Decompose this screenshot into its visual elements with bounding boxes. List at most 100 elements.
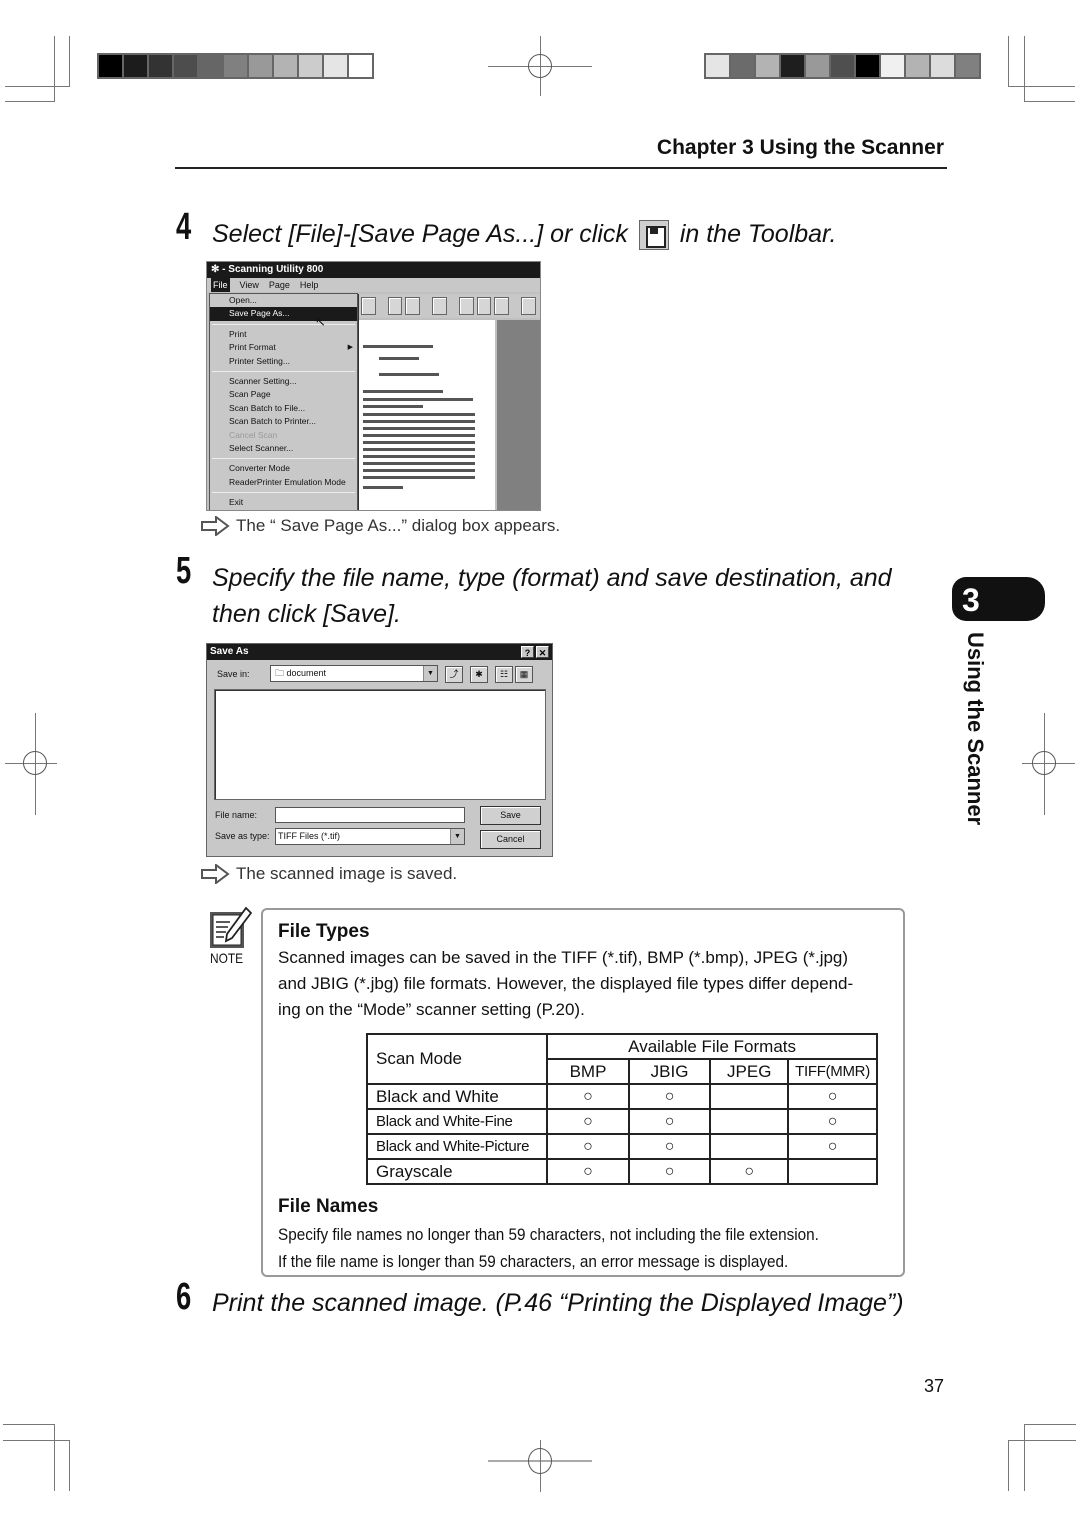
table-cell-mark: ○ bbox=[787, 1133, 878, 1160]
table-col-jbig: JBIG bbox=[627, 1058, 712, 1085]
close-button[interactable]: ✕ bbox=[536, 646, 549, 658]
step-6-instruction: Print the scanned image. (P.46 “Printing… bbox=[212, 1289, 904, 1317]
save-in-value: document bbox=[286, 668, 327, 678]
scanning-utility-title: - Scanning Utility 800 bbox=[222, 264, 324, 275]
save-in-label: Save in: bbox=[217, 669, 250, 679]
file-menu-item[interactable]: Printer Setting... bbox=[210, 355, 357, 368]
save-button[interactable]: Save bbox=[480, 806, 541, 825]
table-cell-mode: Black and White-Picture bbox=[365, 1133, 549, 1160]
list-view-icon[interactable]: ☷ bbox=[495, 666, 513, 683]
file-menu-item[interactable]: Converter Mode bbox=[210, 462, 357, 475]
table-cell-mark: ○ bbox=[627, 1133, 712, 1160]
table-cell-mark: ○ bbox=[627, 1083, 712, 1110]
table-cell-mark: ○ bbox=[787, 1108, 878, 1135]
chapter-tab-label: Using the Scanner bbox=[963, 632, 988, 826]
scanned-document-preview bbox=[357, 320, 495, 510]
file-name-label: File name: bbox=[215, 810, 258, 820]
table-row: Grayscale ○ ○ ○ bbox=[365, 1158, 878, 1185]
new-folder-icon[interactable]: ✱ bbox=[470, 666, 488, 683]
color-calibration-bar-left bbox=[97, 53, 374, 79]
file-types-body: Scanned images can be saved in the TIFF … bbox=[278, 945, 853, 1023]
file-menu-item[interactable]: Save Page As... bbox=[210, 307, 357, 321]
color-swatch bbox=[756, 55, 779, 77]
color-swatch bbox=[931, 55, 954, 77]
save-in-dropdown[interactable]: 🗀 document ▼ bbox=[270, 665, 438, 682]
step-4-result-text: The “ Save Page As...” dialog box appear… bbox=[236, 516, 561, 535]
file-menu-item[interactable]: Exit bbox=[210, 496, 357, 509]
toolbar-batch-icon[interactable] bbox=[476, 297, 492, 315]
table-cell-mark: ○ bbox=[709, 1158, 790, 1185]
file-menu-item[interactable]: Scanner Setting... bbox=[210, 375, 357, 388]
file-menu-item[interactable]: Scan Batch to File... bbox=[210, 402, 357, 415]
toolbar-print-icon[interactable] bbox=[459, 297, 474, 315]
file-names-body-line: If the file name is longer than 59 chara… bbox=[278, 1252, 789, 1271]
toolbar-page-next-icon[interactable] bbox=[405, 297, 421, 315]
table-cell-mark: ○ bbox=[546, 1133, 630, 1160]
header-rule bbox=[175, 167, 947, 169]
color-swatch bbox=[731, 55, 754, 77]
save-as-type-value: TIFF Files (*.tif) bbox=[278, 831, 340, 841]
toolbar-help-icon[interactable] bbox=[521, 297, 536, 315]
floppy-save-icon bbox=[638, 220, 669, 251]
mouse-cursor-icon: ↖ bbox=[315, 314, 326, 329]
color-calibration-bar-right bbox=[704, 53, 981, 79]
note-label: NOTE bbox=[210, 950, 244, 966]
file-menu-item[interactable]: Cancel Scan bbox=[210, 429, 357, 442]
file-menu-item[interactable]: Scan Page bbox=[210, 388, 357, 401]
file-menu-item[interactable]: Scan Batch to Printer... bbox=[210, 415, 357, 428]
menu-separator bbox=[212, 458, 355, 460]
file-menu-item[interactable]: Print bbox=[210, 328, 357, 341]
toolbar-page-prev-icon[interactable] bbox=[387, 297, 403, 315]
file-menu-item[interactable]: Print Format ▶ bbox=[210, 341, 357, 354]
file-names-body-line: Specify file names no longer than 59 cha… bbox=[278, 1225, 819, 1244]
cancel-button[interactable]: Cancel bbox=[480, 830, 541, 849]
file-formats-table: Scan Mode Available File Formats BMP JBI… bbox=[365, 1033, 878, 1185]
details-view-icon[interactable]: ▦ bbox=[515, 666, 533, 683]
table-cell-mark bbox=[709, 1108, 790, 1135]
toolbar-scan-icon[interactable] bbox=[432, 297, 447, 315]
table-col-jpeg: JPEG bbox=[709, 1058, 790, 1085]
file-name-input[interactable] bbox=[275, 807, 465, 823]
color-swatch bbox=[881, 55, 904, 77]
save-as-dialog-screenshot: Save As ? ✕ Save in: 🗀 document ▼ ⤴ ✱ ☷ … bbox=[206, 643, 553, 857]
menu-help[interactable]: Help bbox=[300, 278, 319, 292]
color-swatch bbox=[906, 55, 929, 77]
workspace-background bbox=[497, 320, 540, 510]
menu-view[interactable]: View bbox=[240, 278, 259, 292]
color-swatch bbox=[249, 55, 272, 77]
table-cell-mark: ○ bbox=[546, 1158, 630, 1185]
color-swatch bbox=[806, 55, 829, 77]
step-5-result-text: The scanned image is saved. bbox=[236, 864, 458, 883]
file-types-body-line: Scanned images can be saved in the TIFF … bbox=[278, 948, 849, 967]
color-swatch bbox=[781, 55, 804, 77]
menu-file[interactable]: File bbox=[211, 278, 230, 292]
save-as-title: Save As bbox=[210, 646, 249, 657]
file-list-area[interactable] bbox=[214, 689, 546, 800]
chapter-header: Chapter 3 Using the Scanner bbox=[656, 136, 944, 159]
save-as-type-label: Save as type: bbox=[215, 831, 270, 841]
chevron-down-icon[interactable]: ▼ bbox=[450, 829, 464, 844]
step-5-text-line1: Specify the file name, type (format) and… bbox=[212, 564, 892, 592]
color-swatch bbox=[124, 55, 147, 77]
toolbar-rotate-icon[interactable] bbox=[361, 297, 376, 315]
menu-page[interactable]: Page bbox=[269, 278, 290, 292]
file-types-heading: File Types bbox=[278, 921, 370, 942]
scanning-utility-toolbar bbox=[357, 294, 540, 318]
menu-separator bbox=[212, 370, 355, 372]
save-as-type-dropdown[interactable]: TIFF Files (*.tif) ▼ bbox=[275, 828, 465, 845]
save-as-titlebar: Save As ? ✕ bbox=[207, 644, 552, 660]
file-menu-item[interactable]: Select Scanner... bbox=[210, 442, 357, 455]
toolbar-settings-icon[interactable] bbox=[494, 297, 510, 315]
color-swatch bbox=[274, 55, 297, 77]
step-5-instruction: Specify the file name, type (format) and… bbox=[212, 560, 892, 632]
chevron-down-icon[interactable]: ▼ bbox=[423, 666, 437, 681]
scanning-utility-titlebar: ✻ - Scanning Utility 800 bbox=[207, 262, 540, 278]
menu-separator bbox=[212, 492, 355, 494]
scanning-utility-menubar: File View Page Help bbox=[207, 278, 540, 292]
file-menu-item[interactable]: Open... bbox=[210, 294, 357, 307]
up-one-level-icon[interactable]: ⤴ bbox=[445, 666, 463, 683]
file-types-body-line: ing on the “Mode” scanner setting (P.20)… bbox=[278, 1000, 585, 1019]
help-button[interactable]: ? bbox=[521, 646, 534, 658]
file-menu-item[interactable]: ReaderPrinter Emulation Mode bbox=[210, 476, 357, 489]
app-logo-icon: ✻ bbox=[211, 264, 223, 275]
